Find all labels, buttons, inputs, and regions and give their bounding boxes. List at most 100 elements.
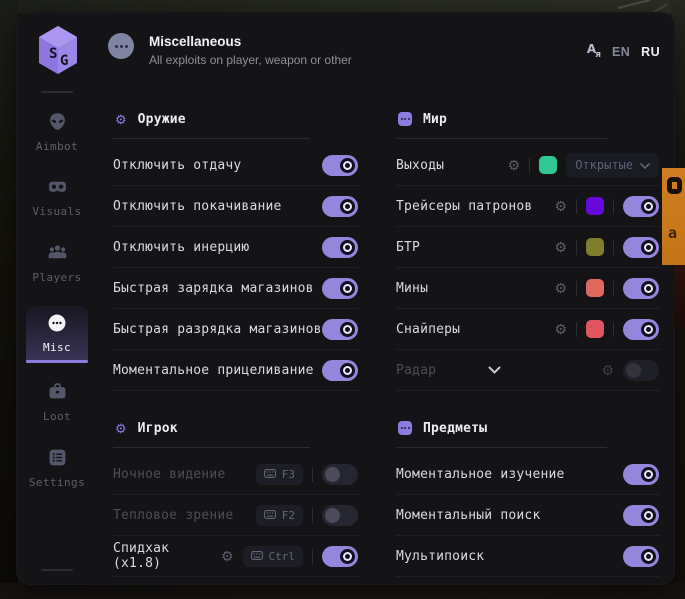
toggle-knob — [340, 240, 355, 255]
row-controls: ⚙ — [554, 196, 659, 217]
banner-glyph: a — [668, 224, 677, 242]
separator — [576, 281, 577, 296]
row-label: Ночное видение — [113, 467, 225, 482]
section-items: Предметы Моментальное изучение Моментальны… — [396, 405, 660, 577]
hotkey-badge[interactable]: Ctrl — [243, 546, 304, 567]
sidebar-item-players[interactable]: Players — [17, 243, 97, 284]
setting-row: Быстрая разрядка магазинов — [113, 309, 359, 350]
row-label: Моментальный поиск — [396, 508, 540, 523]
color-swatch[interactable] — [539, 156, 557, 174]
translate-icon[interactable]: Aя — [587, 43, 601, 60]
ellipsis-circle-icon — [108, 33, 134, 59]
sidebar-item-label: Settings — [17, 476, 97, 489]
gear-icon[interactable]: ⚙ — [601, 363, 614, 377]
sidebar-item-loot[interactable]: Loot — [17, 382, 97, 423]
separator — [312, 549, 313, 564]
dropdown-select[interactable]: Открытые — [566, 153, 659, 178]
logo: S G — [37, 25, 79, 75]
toggle-switch[interactable] — [623, 505, 659, 526]
sidebar-item-settings[interactable]: Settings — [17, 448, 97, 489]
toggle-knob — [340, 199, 355, 214]
row-label-group: Мультипоиск — [396, 549, 484, 564]
toggle-switch[interactable] — [322, 464, 358, 485]
hotkey-badge[interactable]: F2 — [256, 505, 303, 526]
color-swatch[interactable] — [586, 238, 604, 256]
setting-row: Тепловое зрениеF2 — [113, 495, 359, 536]
toggle-knob — [325, 467, 340, 482]
gear-icon[interactable]: ⚙ — [554, 199, 567, 213]
toggle-switch[interactable] — [623, 278, 659, 299]
sidebar-item-misc[interactable]: Misc — [26, 306, 88, 363]
setting-row: Выходы ⚙ Открытые — [396, 145, 660, 186]
chevron-down-icon[interactable] — [488, 366, 501, 374]
toggle-switch[interactable] — [322, 546, 358, 567]
setting-row: Моментальное прицеливание — [113, 350, 359, 391]
setting-row: Трейсеры патронов⚙ — [396, 186, 660, 227]
color-swatch[interactable] — [586, 320, 604, 338]
color-swatch[interactable] — [586, 197, 604, 215]
gear-icon[interactable]: ⚙ — [221, 549, 234, 563]
row-label-group: Отключить покачивание — [113, 199, 282, 214]
row-label: Выходы — [396, 158, 444, 173]
section-header: ⚙Игрок — [113, 419, 359, 437]
row-label: Быстрая зарядка магазинов — [113, 281, 314, 296]
section-title: Игрок — [138, 421, 178, 436]
separator — [576, 199, 577, 214]
setting-row: Мультипоиск — [396, 536, 660, 577]
list-icon — [47, 448, 67, 468]
setting-row: Мины ⚙ — [396, 268, 660, 309]
row-controls — [322, 360, 358, 381]
section-title: Предметы — [423, 421, 487, 436]
toggle-switch[interactable] — [322, 155, 358, 176]
gear-icon[interactable]: ⚙ — [554, 240, 567, 254]
toggle-knob — [340, 281, 355, 296]
setting-row: Отключить инерцию — [113, 227, 359, 268]
toggle-switch[interactable] — [623, 360, 659, 381]
toggle-switch[interactable] — [322, 237, 358, 258]
row-label: Радар — [396, 363, 436, 378]
toggle-switch[interactable] — [623, 237, 659, 258]
row-label: Мины — [396, 281, 428, 296]
toggle-switch[interactable] — [322, 505, 358, 526]
hotkey-badge[interactable]: F3 — [256, 464, 303, 485]
sidebar-divider — [41, 91, 73, 93]
row-controls: ⚙ — [601, 360, 659, 381]
toggle-knob — [340, 363, 355, 378]
toggle-switch[interactable] — [322, 196, 358, 217]
row-controls — [623, 505, 659, 526]
lang-ru-button[interactable]: RU — [641, 45, 660, 59]
divider — [113, 138, 310, 139]
row-controls — [322, 278, 358, 299]
language-switcher: Aя EN RU — [587, 43, 660, 60]
toggle-switch[interactable] — [623, 196, 659, 217]
toggle-switch[interactable] — [322, 278, 358, 299]
people-icon — [47, 243, 67, 263]
gear-icon[interactable]: ⚙ — [554, 322, 567, 336]
divider — [113, 447, 310, 448]
row-label: Моментальное изучение — [396, 467, 565, 482]
toggle-switch[interactable] — [623, 546, 659, 567]
sidebar-item-aimbot[interactable]: Aimbot — [17, 112, 97, 153]
row-controls: ⚙ Открытые — [508, 153, 659, 178]
sidebar-item-label: Aimbot — [17, 140, 97, 153]
row-controls: ⚙ — [554, 319, 659, 340]
gear-icon[interactable]: ⚙ — [554, 281, 567, 295]
sidebar-item-visuals[interactable]: Visuals — [17, 177, 97, 218]
separator — [576, 322, 577, 337]
separator — [312, 508, 313, 523]
toggle-switch[interactable] — [623, 319, 659, 340]
row-label: Быстрая разрядка магазинов — [113, 322, 322, 337]
color-swatch[interactable] — [586, 279, 604, 297]
cheat-menu-window: S G Aimbot Visuals Players Misc Loot Settings… — [16, 12, 675, 585]
toggle-switch[interactable] — [623, 464, 659, 485]
setting-row: Быстрая зарядка магазинов — [113, 268, 359, 309]
setting-row: БТР⚙ — [396, 227, 660, 268]
lang-en-button[interactable]: EN — [612, 45, 630, 59]
row-label-group: Ночное видение — [113, 467, 225, 482]
toggle-knob — [641, 549, 656, 564]
sidebar: S G Aimbot Visuals Players Misc Loot Settings — [17, 13, 97, 584]
toggle-switch[interactable] — [322, 319, 358, 340]
separator — [613, 322, 614, 337]
gear-icon[interactable]: ⚙ — [508, 158, 521, 172]
toggle-switch[interactable] — [322, 360, 358, 381]
